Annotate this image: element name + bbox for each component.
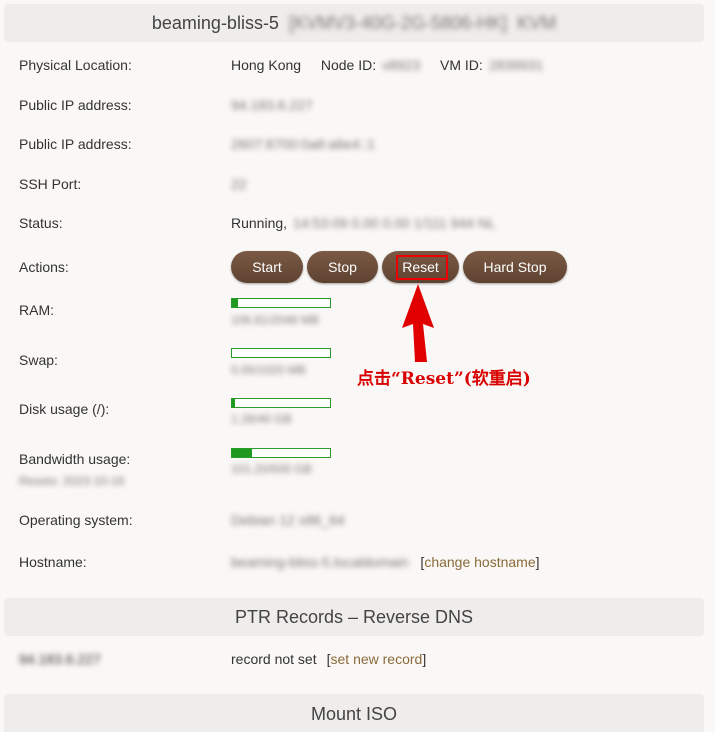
disk-row: Disk usage (/): bbox=[19, 398, 715, 420]
server-hostname-title: beaming-bliss-5 bbox=[151, 12, 279, 33]
ram-row: RAM: bbox=[19, 299, 715, 321]
location-value: Hong Kong bbox=[231, 57, 302, 73]
os-label: Operating system: bbox=[19, 512, 133, 528]
swap-label: Swap: bbox=[19, 352, 58, 368]
bandwidth-detail: 101.20/500 GB bbox=[231, 462, 312, 476]
status-state: Running, bbox=[231, 215, 288, 231]
ip1-value: 94.183.6.227 bbox=[231, 97, 313, 113]
disk-label: Disk usage (/): bbox=[19, 401, 110, 417]
bandwidth-reset: Resets: 2023-10-16 bbox=[19, 474, 125, 488]
bandwidth-usage-fill bbox=[232, 449, 252, 457]
set-new-record-link[interactable]: set new record bbox=[331, 651, 423, 667]
start-button[interactable]: Start bbox=[231, 251, 303, 283]
hostname-value: beaming-bliss-5.localdomain bbox=[231, 554, 409, 570]
hard-stop-button[interactable]: Hard Stop bbox=[463, 251, 567, 283]
ip2-value: 2607:8700:0a8:a6e4::1 bbox=[231, 136, 376, 152]
reset-button[interactable]: Reset bbox=[382, 251, 459, 283]
ptr-title: PTR Records – Reverse DNS bbox=[234, 606, 474, 627]
os-row: Operating system: Debian 12 x86_64 bbox=[19, 509, 715, 531]
location-row: Physical Location: Hong Kong Node ID: v8… bbox=[19, 54, 715, 76]
server-virt: KVM bbox=[517, 12, 557, 33]
hostname-row: Hostname: beaming-bliss-5.localdomain [c… bbox=[19, 554, 540, 570]
swap-detail: 0.00/1020 MB bbox=[231, 363, 306, 377]
ip2-label: Public IP address: bbox=[19, 136, 132, 152]
ssh-label: SSH Port: bbox=[19, 176, 82, 192]
ram-detail: 106.81/2048 MB bbox=[231, 313, 320, 327]
swap-usage-bar bbox=[231, 348, 331, 358]
bandwidth-row: Bandwidth usage: bbox=[19, 448, 715, 470]
ptr-section-header: PTR Records – Reverse DNS bbox=[4, 598, 704, 636]
ssh-value: 22 bbox=[231, 176, 247, 192]
mount-iso-section-header: Mount ISO bbox=[4, 694, 704, 732]
server-header: beaming-bliss-5 [KVMV3-40G-2G-5806-HK] K… bbox=[4, 4, 704, 42]
ssh-row: SSH Port: 22 bbox=[19, 173, 715, 195]
vm-id-label: VM ID: bbox=[440, 57, 483, 73]
ip1-label: Public IP address: bbox=[19, 97, 132, 113]
bandwidth-label: Bandwidth usage: bbox=[19, 451, 131, 467]
disk-detail: 1.28/40 GB bbox=[231, 412, 292, 426]
ip1-row: Public IP address: 94.183.6.227 bbox=[19, 94, 715, 116]
actions-label: Actions: bbox=[19, 259, 69, 275]
status-row: Status: Running, 14:53:09 0.00 0.00 1/11… bbox=[19, 212, 715, 234]
ip2-row: Public IP address: 2607:8700:0a8:a6e4::1 bbox=[19, 133, 715, 155]
os-value: Debian 12 x86_64 bbox=[231, 512, 345, 528]
ram-label: RAM: bbox=[19, 302, 54, 318]
status-detail: 14:53:09 0.00 0.00 1/111 944 NL bbox=[293, 215, 496, 231]
ptr-record-status: record not set bbox=[231, 651, 317, 667]
disk-usage-bar bbox=[231, 398, 331, 408]
change-hostname-link[interactable]: change hostname bbox=[424, 554, 535, 570]
ram-usage-fill bbox=[232, 299, 238, 307]
status-label: Status: bbox=[19, 215, 63, 231]
ptr-row: 94.183.6.227 record not set [set new rec… bbox=[19, 651, 427, 667]
vm-id-value: 2839931 bbox=[488, 57, 544, 73]
node-id-label: Node ID: bbox=[320, 57, 377, 73]
location-label: Physical Location: bbox=[19, 57, 132, 73]
mount-iso-title: Mount ISO bbox=[310, 703, 398, 724]
swap-row: Swap: bbox=[19, 349, 715, 371]
bandwidth-usage-bar bbox=[231, 448, 331, 458]
node-id-value: v8923 bbox=[382, 57, 421, 73]
server-plan: [KVMV3-40G-2G-5806-HK] bbox=[288, 12, 508, 33]
ptr-ip: 94.183.6.227 bbox=[19, 651, 101, 667]
hostname-label: Hostname: bbox=[19, 554, 87, 570]
disk-usage-fill bbox=[232, 399, 235, 407]
stop-button[interactable]: Stop bbox=[307, 251, 378, 283]
ram-usage-bar bbox=[231, 298, 331, 308]
